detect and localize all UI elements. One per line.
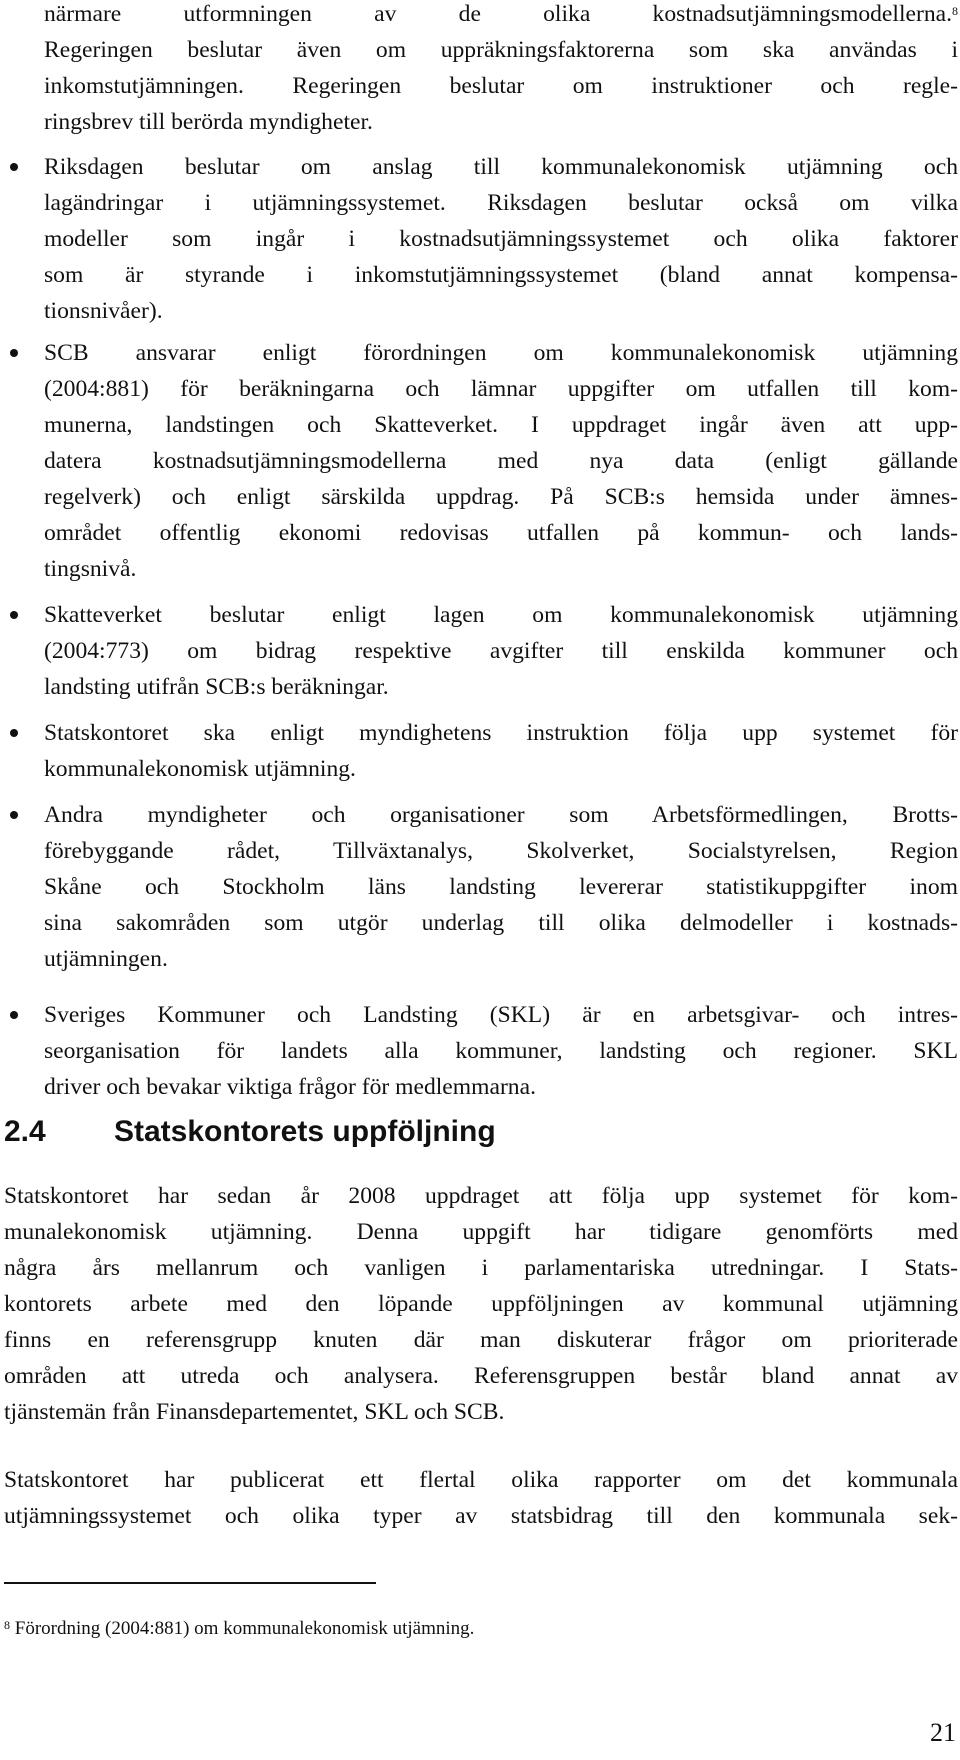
footnote: 8 Förordning (2004:881) om kommunalekono… [4,1616,474,1642]
text-line: förebyggande rådet, Tillväxtanalys, Skol… [44,838,958,864]
text-line: Statskontoret har publicerat ett flertal… [4,1467,958,1493]
bullet-icon [10,611,18,619]
text-line: Skatteverket beslutar enligt lagen om ko… [44,602,958,628]
text-line: lagändringar i utjämningssystemet. Riksd… [44,190,958,216]
text-line: munalekonomisk utjämning. Denna uppgift … [4,1219,958,1245]
text-line-content: närmare utformningen av de olika kostnad… [44,1,952,27]
text-line: Statskontoret ska enligt myndighetens in… [44,720,958,746]
page-number: 21 [930,1718,956,1747]
text-line: Regeringen beslutar även om uppräkningsf… [44,37,958,63]
text-line: Skåne och Stockholm läns landsting lever… [44,874,958,900]
text-line: ringsbrev till berörda myndigheter. [44,109,373,135]
text-line: (2004:773) om bidrag respektive avgifter… [44,638,958,664]
text-line: Riksdagen beslutar om anslag till kommun… [44,154,958,180]
text-line: kommunalekonomisk utjämning. [44,756,356,782]
footnote-separator [4,1582,376,1584]
bullet-icon [10,163,18,171]
text-line: tingsnivå. [44,556,137,582]
section-number: 2.4 [4,1115,46,1148]
text-line: områden att utreda och analysera. Refere… [4,1363,958,1389]
text-line: tjänstemän från Finansdepartementet, SKL… [4,1399,505,1425]
text-line: inkomstutjämningen. Regeringen beslutar … [44,73,958,99]
text-line: landsting utifrån SCB:s beräkningar. [44,674,389,700]
text-line: som är styrande i inkomstutjämningssyste… [44,262,958,288]
text-line: Sveriges Kommuner och Landsting (SKL) är… [44,1002,958,1028]
bullet-icon [10,349,18,357]
section-heading: 2.4 Statskontorets uppföljning [4,1112,496,1152]
text-line: datera kostnadsutjämningsmodellerna med … [44,448,958,474]
text-line: driver och bevakar viktiga frågor för me… [44,1074,536,1100]
text-line: Statskontoret har sedan år 2008 uppdrage… [4,1183,958,1209]
text-line: kontorets arbete med den löpande uppfölj… [4,1291,958,1317]
bullet-icon [10,811,18,819]
text-line: finns en referensgrupp knuten där man di… [4,1327,958,1353]
text-line: munerna, landstingen och Skatteverket. I… [44,412,958,438]
footnote-reference[interactable]: 8 [952,4,958,18]
text-line: närmare utformningen av de olika kostnad… [44,0,958,32]
footnote-text: Förordning (2004:881) om kommunalekonomi… [14,1618,475,1639]
text-line: modeller som ingår i kostnadsutjämningss… [44,226,958,252]
text-line: SCB ansvarar enligt förordningen om komm… [44,340,958,366]
bullet-icon [10,1011,18,1019]
text-line: sina sakområden som utgör underlag till … [44,910,958,936]
bullet-icon [10,729,18,737]
text-line: utjämningssystemet och olika typer av st… [4,1503,958,1529]
text-line: några års mellanrum och vanligen i parla… [4,1255,958,1281]
footnote-number: 8 [4,1618,10,1632]
text-line: (2004:881) för beräkningarna och lämnar … [44,376,958,402]
text-line: området offentlig ekonomi redovisas utfa… [44,520,958,546]
text-line: seorganisation för landets alla kommuner… [44,1038,958,1064]
text-line: utjämningen. [44,946,168,972]
text-line: tionsnivåer). [44,298,163,324]
text-line: Andra myndigheter och organisationer som… [44,802,958,828]
section-title: Statskontorets uppföljning [114,1115,496,1148]
text-line: regelverk) och enligt särskilda uppdrag.… [44,484,958,510]
